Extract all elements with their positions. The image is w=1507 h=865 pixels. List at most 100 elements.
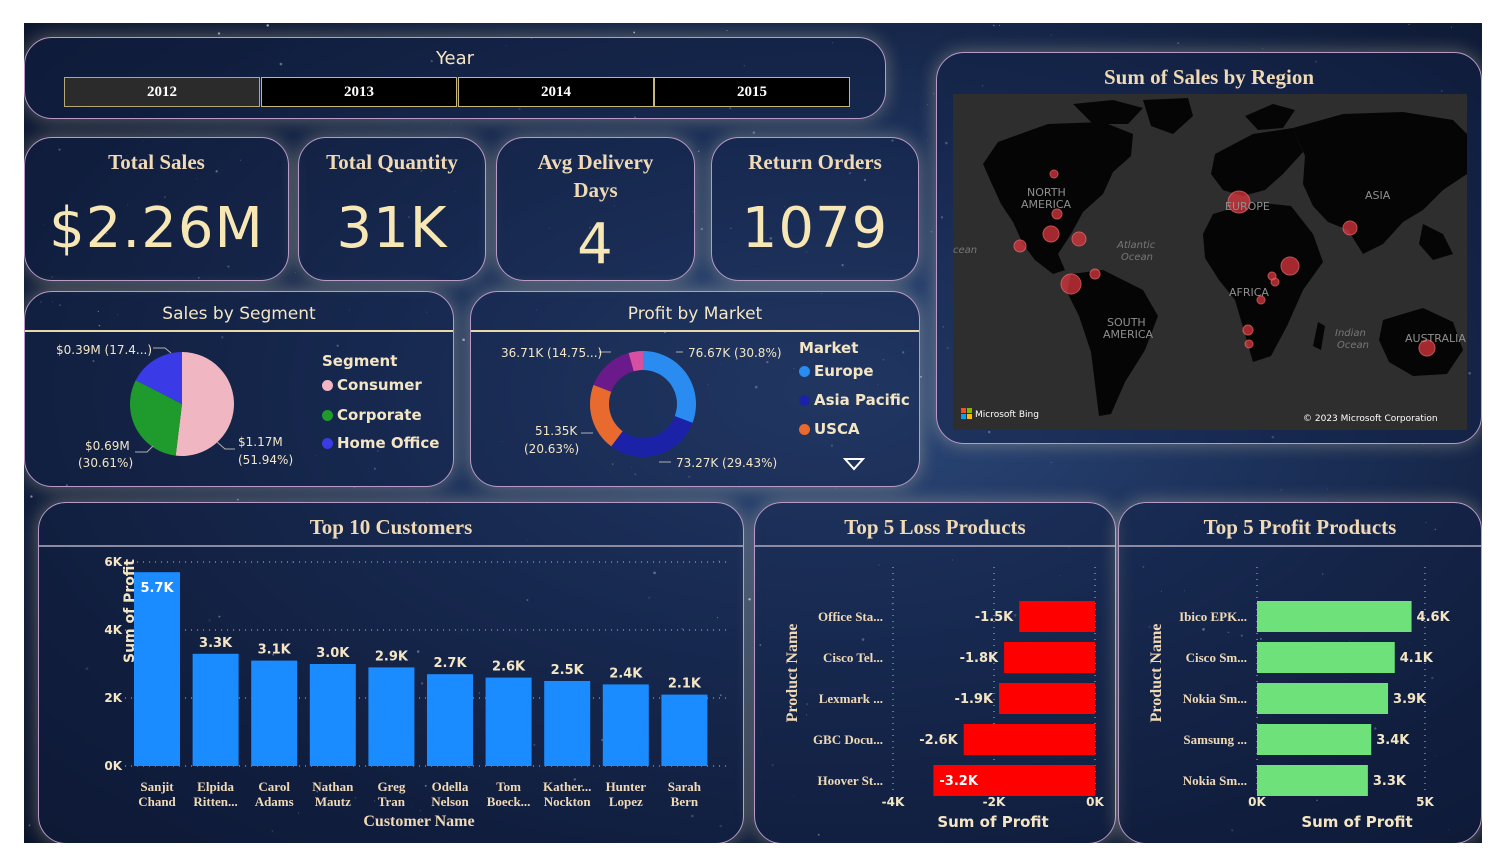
customer-value-label: 3.3K [199,636,233,651]
donut-slice-europe[interactable] [643,351,696,423]
legend-item-europe[interactable]: Europe [799,362,874,380]
customer-name-label: Tom [496,779,521,794]
product-bar[interactable] [999,683,1095,714]
product-bar[interactable] [1257,683,1389,714]
sales-bubble[interactable] [1242,324,1254,336]
product-bar[interactable] [1257,724,1372,755]
product-bar[interactable] [1257,642,1395,673]
market-legend-title: Market [799,339,859,357]
product-bar[interactable] [963,724,1095,755]
product-value-label: 4.6K [1417,610,1451,625]
customer-bar[interactable] [251,660,298,766]
legend-item-home-office[interactable]: Home Office [322,434,439,452]
product-bar[interactable] [1257,765,1368,796]
legend-item-corporate[interactable]: Corporate [322,406,422,424]
product-bar[interactable] [1004,642,1095,673]
profit-products-ylabel: Product Name [1148,624,1165,723]
year-button-2013[interactable]: 2013 [261,77,457,107]
customer-name-label: Tran [378,794,406,809]
legend-usca-label: USCA [814,420,860,438]
star [1177,42,1179,44]
profit-products-chart: 0K 5K Ibico EPK... 4.6K Cisco Sm... 4.1K Nokia… [1148,567,1451,831]
kpi-avg-delivery-value: 4 [577,212,614,277]
product-value-label: -3.2K [939,774,978,789]
sales-bubble[interactable] [1267,271,1277,281]
legend-europe-label: Europe [814,362,874,380]
star [920,376,922,378]
segment-leader-line [216,441,235,450]
product-value-label: 4.1K [1400,651,1434,666]
consumer-dot [322,379,333,391]
usca-dot [799,423,810,435]
customer-bar[interactable] [368,667,415,766]
customer-bar[interactable] [192,653,239,766]
sales-bubble[interactable] [1060,273,1082,295]
customer-bar[interactable] [544,681,591,766]
sales-bubble[interactable] [1089,268,1101,280]
customer-name-label: Lopez [609,794,643,809]
product-bar[interactable] [1257,601,1412,632]
legend-corporate-label: Corporate [337,406,422,424]
kpi-total-quantity-label: Total Quantity [326,150,458,174]
customer-bar[interactable] [602,684,649,766]
star [1408,23,1410,26]
product-name-label: GBC Docu... [813,732,883,747]
market-label-other: 36.71K (14.75...) [501,346,602,360]
product-bar[interactable] [1019,601,1095,632]
sales-bubble[interactable] [1244,339,1254,349]
world-map[interactable]: NORTH AMERICA EUROPE ASIA AFRICA SOUTH A… [953,94,1467,430]
customer-bar[interactable] [427,674,473,766]
product-name-label: Nokia Sm... [1183,691,1247,706]
year-button-2015[interactable]: 2015 [654,77,850,107]
product-name-label: Nokia Sm... [1183,773,1247,788]
kpi-return-orders-label: Return Orders [748,150,882,174]
year-button-2014[interactable]: 2014 [458,77,654,107]
customer-bar[interactable] [309,664,356,766]
sales-bubble[interactable] [1049,169,1059,179]
sales-bubble[interactable] [1071,231,1087,247]
legend-item-asia-pacific[interactable]: Asia Pacific [799,391,910,409]
customer-name-label: Mautz [315,794,351,809]
star [752,131,756,134]
product-value-label: -1.5K [975,610,1014,625]
label-atlantic-1: Atlantic [1116,240,1156,251]
segment-label-corporate-value: $0.69M [85,439,130,453]
kpi-return-orders: Return Orders 1079 [711,137,919,281]
sales-bubble[interactable] [1013,239,1027,253]
star [1422,444,1424,446]
year-button-2012[interactable]: 2012 [64,77,260,107]
label-indian-2: Ocean [1337,340,1369,351]
donut-slice-asia-pacific[interactable] [611,416,693,457]
segment-label-consumer-pct: (51.94%) [238,453,293,467]
customer-bar[interactable] [134,572,180,766]
y-tick-label: 6K [104,555,122,569]
kpi-return-orders-value: 1079 [741,196,889,261]
customer-bar[interactable] [661,694,708,766]
label-africa: AFRICA [1229,286,1269,299]
legend-item-usca[interactable]: USCA [799,420,860,438]
legend-scroll-down-icon[interactable] [843,457,865,471]
customer-name-label: Nockton [544,794,592,809]
customer-name-label: Adams [255,794,294,809]
market-label-usca-pct: (20.63%) [524,442,579,456]
product-name-label: Ibico EPK... [1179,609,1247,624]
profit-products-panel: Top 5 Profit Products 0K 5K Ibico EPK... 4.… [1118,502,1482,843]
legend-item-consumer[interactable]: Consumer [322,376,422,394]
sales-bubble[interactable] [1342,220,1358,236]
donut-slice-usca[interactable] [590,384,623,447]
pie-slice-consumer[interactable] [175,352,234,456]
star [1050,34,1052,36]
legend-consumer-label: Consumer [337,376,422,394]
sales-bubble[interactable] [1042,225,1060,243]
profit-products-xlabel: Sum of Profit [1301,813,1412,831]
x-tick-label: -4K [882,795,905,809]
sales-bubble[interactable] [1280,256,1300,276]
x-tick-label: 0K [1248,795,1266,809]
customer-value-label: 2.5K [551,663,585,678]
star [726,30,728,32]
customer-value-label: 3.1K [258,643,292,658]
kpi-total-sales-label: Total Sales [108,150,205,174]
customer-bar[interactable] [485,677,532,766]
legend-home-office-label: Home Office [337,434,440,452]
loss-products-xlabel: Sum of Profit [937,813,1048,831]
